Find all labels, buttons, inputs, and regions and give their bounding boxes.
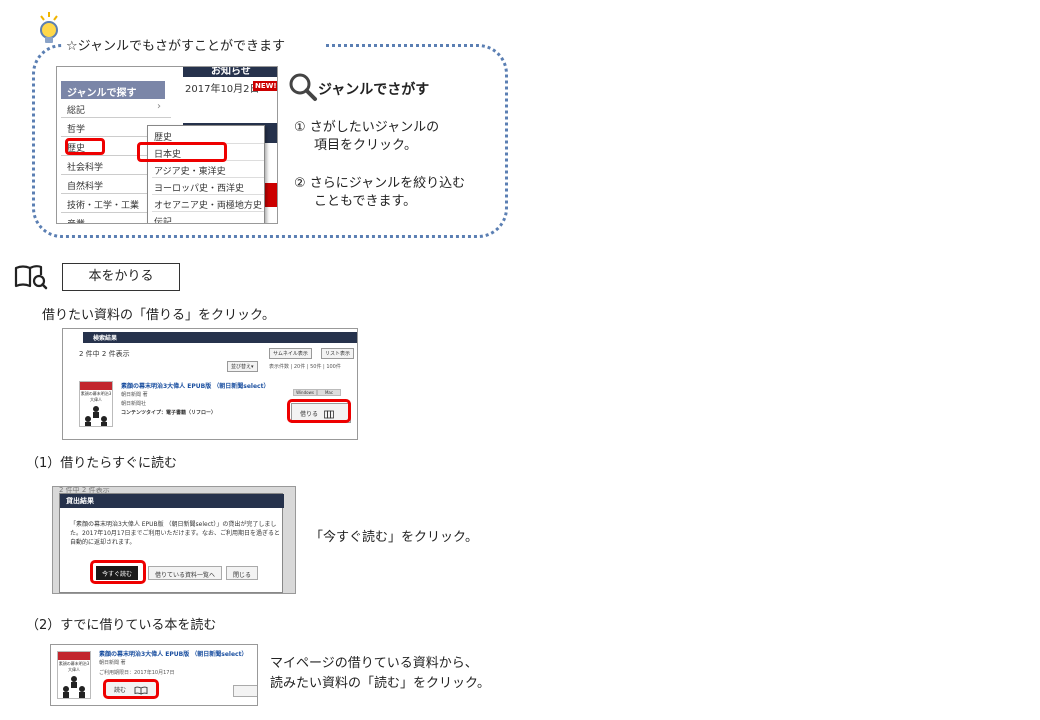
highlight-box <box>103 679 159 699</box>
book-cover[interactable]: 素顔の幕末明治3大偉人 <box>79 381 113 427</box>
close-button[interactable]: 閉じる <box>226 566 259 580</box>
book-author: 朝日新聞 著 <box>121 392 148 398</box>
dropdown-item-asian-history[interactable]: アジア史・東洋史 <box>152 162 264 178</box>
step1-line1: ① さがしたいジャンルの <box>294 120 440 135</box>
modal-body: 「素顔の幕末明治3大偉人 EPUB版 （朝日新聞select）」の貸出が完了しま… <box>70 521 280 546</box>
borrow-heading: 本をかりる <box>62 263 180 291</box>
cover-figures-icon <box>63 676 85 698</box>
loan-list-button[interactable]: 借りている資料一覧へ <box>148 566 223 580</box>
dropdown-item-oceania-history[interactable]: オセアニア史・両極地方史 <box>152 196 264 212</box>
due-date: ご利用期限日：2017年10月17日 <box>99 670 175 676</box>
highlight-box <box>65 138 105 155</box>
genre-sidebar-heading: ジャンルで探す <box>61 81 165 99</box>
search-result-screenshot: 検索結果 2 件中 2 件表示 サムネイル表示 リスト表示 並び替え▾ 表示件数… <box>62 328 358 440</box>
result-count: 2 件中 2 件表示 <box>79 350 130 358</box>
dropdown-item-biography[interactable]: 伝記 <box>152 213 264 223</box>
search-icon <box>289 73 317 101</box>
genre-dropdown: 歴史 日本史 アジア史・東洋史 ヨーロッパ史・西洋史 オセアニア史・両極地方史 … <box>147 125 265 223</box>
read-borrowed-subheading: （2）すでに借りている本を読む <box>26 618 217 633</box>
per-page-selector[interactable]: 表示件数 | 20件 | 50件 | 100件 <box>269 363 341 370</box>
read-now-note: 「今すぐ読む」をクリック。 <box>310 530 478 545</box>
list-view-button[interactable]: リスト表示 <box>321 348 355 359</box>
read-borrowed-note: マイページの借りている資料から、 読みたい資料の「読む」をクリック。 <box>270 656 490 691</box>
news-title: お知らせ <box>211 66 251 77</box>
genre-search-title: ジャンルでさがす <box>318 82 430 98</box>
thumbnail-view-button[interactable]: サムネイル表示 <box>269 348 312 359</box>
highlight-box <box>90 560 146 584</box>
book-publisher: 朝日新聞社 <box>121 401 147 407</box>
book-cover[interactable]: 素顔の幕末明治3大偉人 <box>57 651 91 699</box>
sidebar-item-sōki[interactable]: 総記 <box>61 100 171 118</box>
genre-tip-heading: ☆ジャンルでもさがすことができます <box>66 39 286 54</box>
step1-line2: 項目をクリック。 <box>314 138 417 153</box>
loan-result-modal: 貸出結果 「素顔の幕末明治3大偉人 EPUB版 （朝日新聞select）」の貸出… <box>59 493 284 593</box>
book-author: 朝日新聞 著 <box>99 660 126 666</box>
book-title-link[interactable]: 素顔の幕末明治3大偉人 EPUB版 （朝日新聞select） <box>99 649 248 658</box>
step2-line1: ② さらにジャンルを絞り込む <box>294 176 466 191</box>
highlight-box <box>287 399 351 423</box>
loan-result-screenshot: 2 件中 2 件表示 貸出結果 「素顔の幕末明治3大偉人 EPUB版 （朝日新聞… <box>52 486 296 594</box>
new-badge: NEW! <box>253 81 277 91</box>
book-title-link[interactable]: 素顔の幕末明治3大偉人 EPUB版 （朝日新聞select） <box>121 381 270 390</box>
lightbulb-icon <box>40 12 58 43</box>
book-content-type: コンテンツタイプ：電子書籍（リフロー） <box>121 410 217 416</box>
news-date: 2017年10月2日 <box>185 84 260 95</box>
other-button[interactable] <box>233 685 257 697</box>
borrow-instruction: 借りたい資料の「借りる」をクリック。 <box>42 308 275 323</box>
mypage-screenshot: 素顔の幕末明治3大偉人 素顔の幕末明治3大偉人 EPUB版 （朝日新聞selec… <box>50 644 258 706</box>
tab-search-results[interactable]: 検索結果 <box>83 332 357 343</box>
genre-screenshot: お知らせ 2017年10月2日 NEW! ジャンルで探す 総記 › 哲学 歴史 … <box>56 66 278 224</box>
book-search-icon <box>14 265 48 290</box>
read-now-subheading: （1）借りたらすぐに読む <box>26 456 178 471</box>
sort-button[interactable]: 並び替え▾ <box>227 361 258 372</box>
highlight-box <box>137 142 227 162</box>
chevron-right-icon: › <box>157 101 161 112</box>
cover-figures-icon <box>85 406 107 426</box>
dropdown-item-european-history[interactable]: ヨーロッパ史・西洋史 <box>152 179 264 195</box>
step2-line2: こともできます。 <box>314 194 417 209</box>
modal-title: 貸出結果 <box>60 494 284 508</box>
